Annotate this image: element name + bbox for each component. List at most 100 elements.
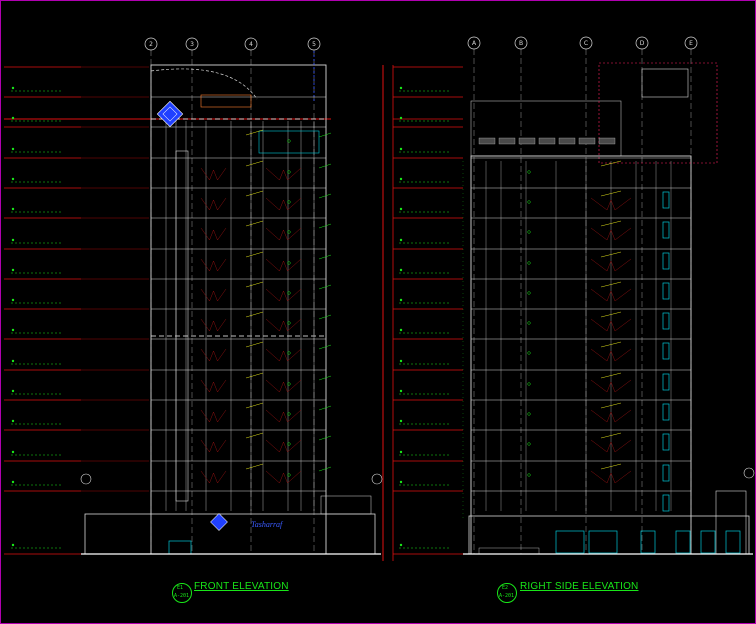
- front-window-hatch: [200, 197, 227, 211]
- front-window-hatch: [265, 167, 302, 181]
- side-tag-marker: [527, 382, 531, 386]
- grid-bubble-label: D: [640, 40, 645, 47]
- front-side-leader: [318, 132, 332, 138]
- front-side-leader: [318, 405, 332, 411]
- side-roof-structure: [470, 100, 622, 157]
- side-tag-marker: [527, 412, 531, 416]
- grid-bubble-label: A: [472, 40, 477, 47]
- side-view-ref-number: E2: [502, 585, 509, 591]
- side-roof-panel: [498, 137, 516, 145]
- front-leader: [245, 432, 264, 439]
- level-marker-left: [11, 86, 15, 90]
- front-view-ref-number: E1: [177, 585, 184, 591]
- level-marker-left: [11, 543, 15, 547]
- side-tag-marker: [527, 442, 531, 446]
- grid-bubble-label: 5: [312, 41, 316, 48]
- front-elevation-title: FRONT ELEVATION: [194, 581, 289, 592]
- side-roof-panel: [538, 137, 556, 145]
- grid-bubble-icon: [743, 467, 755, 479]
- side-tag-marker: [527, 261, 531, 265]
- front-side-leader: [318, 466, 332, 472]
- front-window-hatch: [265, 470, 302, 484]
- front-side-leader: [318, 314, 332, 320]
- level-marker-left: [11, 328, 15, 332]
- level-marker-left: [11, 480, 15, 484]
- level-marker-mid: [399, 147, 403, 151]
- level-marker-mid: [399, 177, 403, 181]
- level-marker-mid: [399, 419, 403, 423]
- side-roof-panel: [558, 137, 576, 145]
- front-leader: [245, 160, 264, 167]
- front-side-leader: [318, 223, 332, 229]
- side-tag-marker: [527, 351, 531, 355]
- side-roof-panel: [518, 137, 536, 145]
- front-side-leader: [318, 284, 332, 290]
- cad-elevation-drawing: 2 3 4 5 A B C D E: [4, 36, 755, 561]
- side-window: [662, 403, 670, 421]
- side-corner-tower: [715, 490, 747, 555]
- level-marker-mid: [399, 450, 403, 454]
- level-marker-mid: [399, 298, 403, 302]
- level-marker-left: [11, 147, 15, 151]
- front-leader: [245, 281, 264, 288]
- side-shopfront-glazing: [555, 530, 585, 554]
- side-window: [662, 312, 670, 330]
- front-window-hatch: [200, 288, 227, 302]
- level-marker-mid: [399, 238, 403, 242]
- front-window-hatch: [200, 258, 227, 272]
- front-leader: [245, 341, 264, 348]
- front-window-hatch: [200, 470, 227, 484]
- grid-bubble-label: C: [584, 40, 588, 47]
- level-marker-left: [11, 238, 15, 242]
- side-roof-panel: [478, 137, 496, 145]
- front-elevation-building: [81, 51, 381, 555]
- level-marker-left: [11, 268, 15, 272]
- side-window: [662, 373, 670, 391]
- cad-drawing-canvas: 2 3 4 5 A B C D E E1 A-201 FRONT ELEVATION E2 A-…: [0, 0, 756, 624]
- front-rooftop-unit: [258, 130, 320, 154]
- front-entrance-door: [168, 540, 192, 555]
- side-shopfront-glazing: [725, 530, 741, 554]
- grid-bubble-label: 4: [249, 41, 253, 48]
- side-planter: [478, 547, 540, 555]
- side-tag-marker: [527, 321, 531, 325]
- front-window-hatch: [200, 227, 227, 241]
- level-marker-mid: [399, 359, 403, 363]
- level-marker-mid: [399, 543, 403, 547]
- side-stair-tower: [641, 68, 689, 98]
- side-elevation-title: RIGHT SIDE ELEVATION: [520, 581, 639, 592]
- side-roof-panel: [598, 137, 616, 145]
- front-view-ref-sheet: A-201: [174, 593, 190, 599]
- side-window: [662, 342, 670, 360]
- level-marker-left: [11, 389, 15, 393]
- level-marker-mid: [399, 328, 403, 332]
- side-tag-marker: [527, 170, 531, 174]
- side-elevation-building: [463, 62, 753, 555]
- side-tag-marker: [527, 291, 531, 295]
- front-leader: [245, 372, 264, 379]
- grid-bubbles: 2 3 4 5 A B C D E: [80, 36, 755, 485]
- front-leader: [245, 311, 264, 318]
- side-view-ref-sheet: A-201: [499, 593, 515, 599]
- level-marker-mid: [399, 116, 403, 120]
- front-window-hatch: [265, 288, 302, 302]
- side-roof-callout: [598, 62, 718, 164]
- level-marker-mid: [399, 480, 403, 484]
- grid-bubble-label: 3: [190, 41, 194, 48]
- front-window-hatch: [200, 439, 227, 453]
- front-window-hatch: [265, 409, 302, 423]
- front-window-hatch: [265, 197, 302, 211]
- grid-bubble-label: 2: [149, 41, 153, 48]
- front-window-hatch: [200, 318, 227, 332]
- front-side-leader: [318, 254, 332, 260]
- side-roof-panel: [578, 137, 596, 145]
- front-window-hatch: [200, 348, 227, 362]
- front-leader: [245, 220, 264, 227]
- podium-logo-icon: [210, 513, 228, 531]
- level-marker-left: [11, 207, 15, 211]
- front-side-leader: [318, 193, 332, 199]
- side-tag-marker: [527, 230, 531, 234]
- front-side-leader: [318, 163, 332, 169]
- front-window-hatch: [200, 379, 227, 393]
- side-shopfront-glazing: [588, 530, 618, 554]
